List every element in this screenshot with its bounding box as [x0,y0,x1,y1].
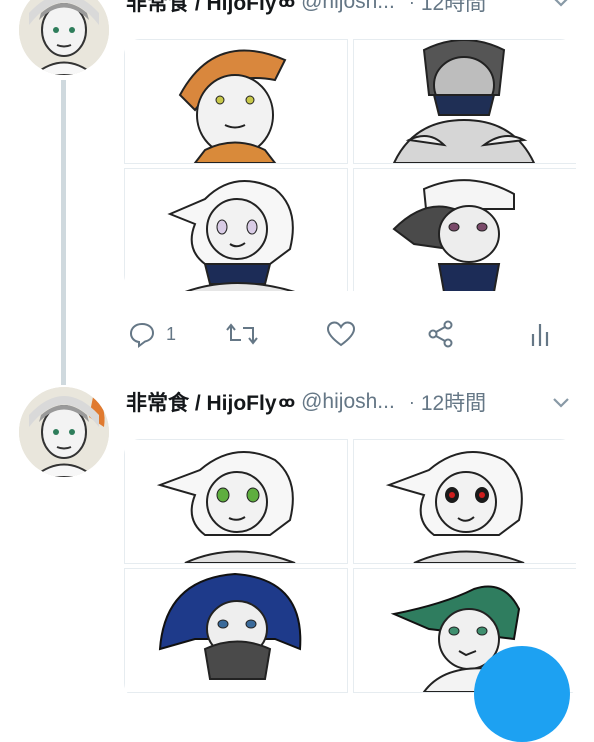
media-image[interactable] [353,168,576,291]
media-grid [124,39,576,291]
media-image[interactable] [124,39,348,164]
retweet-icon [226,323,258,345]
share-icon [428,320,453,348]
share-button[interactable] [427,320,455,348]
media-image[interactable] [353,39,576,164]
author-name[interactable]: 非常食 / HijoFly [126,387,277,417]
author-handle[interactable]: @hijosh... [301,0,395,14]
media-image[interactable] [124,439,348,564]
separator: · [408,391,415,412]
author-handle[interactable]: @hijosh... [301,390,395,414]
reply-icon [129,322,155,348]
timestamp[interactable]: 12時間 [421,0,486,17]
analytics-button[interactable] [529,320,551,348]
verified-icon: ꝏ [278,393,296,411]
tweet-header: 非常食 / HijoFly ꝏ @hijosh... · 12時間 [126,386,566,418]
avatar[interactable] [19,387,109,477]
reply-count: 1 [166,323,177,344]
like-button[interactable] [326,320,356,348]
chevron-down-icon[interactable] [550,0,572,12]
avatar[interactable] [19,0,109,75]
retweet-button[interactable] [226,320,258,348]
reply-button[interactable]: 1 [128,320,176,348]
compose-fab[interactable] [474,646,570,742]
tweet-header: 非常食 / HijoFly ꝏ @hijosh... · 12時間 [126,0,566,18]
separator: · [408,0,415,12]
timestamp[interactable]: 12時間 [421,387,486,417]
media-image[interactable] [124,568,348,693]
heart-icon [326,321,356,347]
analytics-icon [531,324,549,346]
author-name[interactable]: 非常食 / HijoFly [126,0,277,17]
chevron-down-icon[interactable] [550,391,572,413]
media-image[interactable] [124,168,348,291]
media-image[interactable] [353,439,576,564]
tweet-actions: 1 [126,316,566,356]
verified-icon: ꝏ [278,0,296,11]
thread-connector [61,80,66,385]
